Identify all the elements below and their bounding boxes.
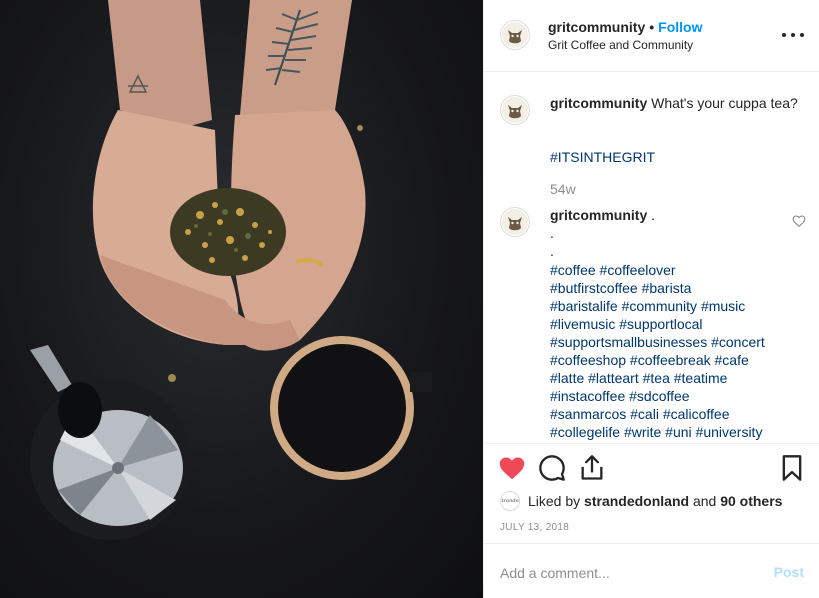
- share-icon[interactable]: [578, 454, 606, 482]
- header-location[interactable]: Grit Coffee and Community: [548, 38, 693, 52]
- comment-dot-line: .: [550, 243, 554, 259]
- cat-logo-icon: [502, 22, 528, 48]
- comment-hashtags: #coffee #coffeelover #butfirstcoffee #ba…: [550, 261, 810, 441]
- comment-text: .: [651, 207, 656, 223]
- caption-timestamp[interactable]: 54w: [550, 181, 576, 197]
- hashtag-line[interactable]: #livemusic #supportlocal: [550, 315, 810, 333]
- post-actions: Stranded Liked by strandedonland and 90 …: [484, 443, 819, 543]
- caption-hashtag[interactable]: #ITSINTHEGRIT: [550, 149, 655, 165]
- hashtag-line[interactable]: #supportsmallbusinesses #concert: [550, 333, 810, 351]
- instagram-post: gritcommunity • Follow Grit Coffee and Com…: [0, 0, 819, 598]
- likes-row: Stranded Liked by strandedonland and 90 …: [500, 491, 782, 511]
- photo-illustration: [30, 0, 432, 540]
- follow-button[interactable]: Follow: [658, 19, 702, 35]
- likes-prefix: Liked by: [528, 493, 585, 509]
- likes-text: Liked by strandedonland and 90 others: [528, 493, 782, 509]
- hashtag-line[interactable]: #sanmarcos #cali #calicoffee: [550, 405, 810, 423]
- comments-list[interactable]: gritcommunity What's your cuppa tea? #IT…: [484, 73, 819, 443]
- hashtag-line[interactable]: #instacoffee #sdcoffee: [550, 387, 810, 405]
- caption-avatar[interactable]: [500, 95, 530, 125]
- heart-outline-icon[interactable]: [792, 214, 806, 228]
- bookmark-icon[interactable]: [778, 454, 806, 482]
- liked-by-username[interactable]: strandedonland: [584, 493, 689, 509]
- heart-filled-icon[interactable]: [498, 454, 526, 482]
- caption-text: What's your cuppa tea?: [651, 95, 798, 111]
- cat-logo-icon: [502, 209, 528, 235]
- caption-text-row: gritcommunity What's your cuppa tea?: [550, 95, 798, 111]
- header-title-row: gritcommunity • Follow: [548, 19, 702, 35]
- hashtag-line[interactable]: #coffee #coffeelover: [550, 261, 810, 279]
- hashtag-line[interactable]: #latte #latteart #tea #teatime: [550, 369, 810, 387]
- hashtag-line[interactable]: #butfirstcoffee #barista: [550, 279, 810, 297]
- post-comment-button[interactable]: Post: [774, 564, 804, 580]
- likes-and: and: [689, 493, 721, 509]
- comment-input[interactable]: [500, 562, 760, 584]
- likes-count-link[interactable]: 90 others: [720, 493, 782, 509]
- cat-logo-icon: [502, 97, 528, 123]
- hashtag-line[interactable]: #coffeeshop #coffeebreak #cafe: [550, 351, 810, 369]
- caption-username[interactable]: gritcommunity: [550, 95, 647, 111]
- post-header: gritcommunity • Follow Grit Coffee and Com…: [484, 0, 819, 72]
- comment-dot-line: .: [550, 225, 554, 241]
- post-photo[interactable]: [0, 0, 483, 598]
- header-username[interactable]: gritcommunity: [548, 19, 645, 35]
- profile-avatar[interactable]: [500, 20, 530, 50]
- post-side-panel: gritcommunity • Follow Grit Coffee and Com…: [483, 0, 819, 598]
- add-comment-form: Post: [484, 543, 819, 598]
- header-separator: •: [649, 19, 655, 35]
- hashtag-line[interactable]: #baristalife #community #music: [550, 297, 810, 315]
- post-date[interactable]: JULY 13, 2018: [500, 522, 569, 533]
- comment-username[interactable]: gritcommunity: [550, 207, 647, 223]
- liker-avatar[interactable]: Stranded: [500, 491, 520, 511]
- comment-avatar[interactable]: [500, 207, 530, 237]
- comment-text-row: gritcommunity .: [550, 207, 655, 223]
- hashtag-line[interactable]: #collegelife #write #uni #university: [550, 423, 810, 441]
- comment-bubble-icon[interactable]: [538, 454, 566, 482]
- more-options-icon[interactable]: [782, 25, 804, 45]
